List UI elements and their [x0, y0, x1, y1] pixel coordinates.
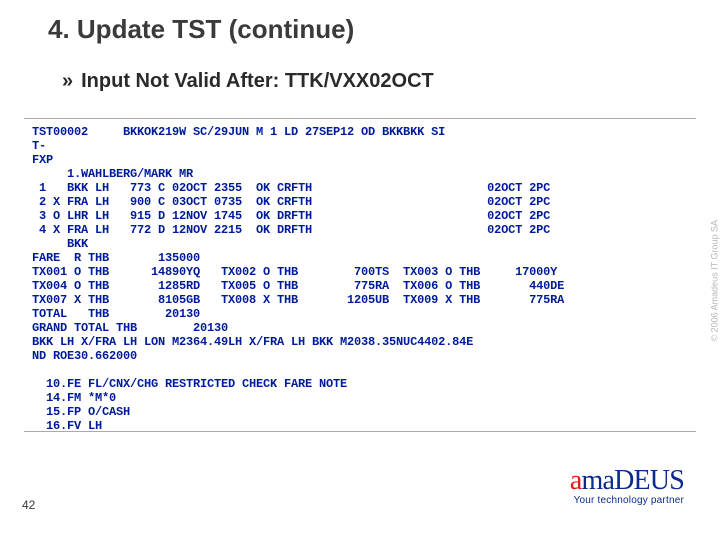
logo-a-letter: a	[570, 465, 582, 496]
page-number: 42	[22, 498, 35, 512]
copyright-text: © 2006 Amadeus IT Group SA	[710, 220, 720, 342]
amadeus-logo: amaDEUS	[570, 465, 684, 497]
logo-rest: maDEUS	[581, 465, 684, 496]
terminal-output: TST00002 BKKOK219W SC/29JUN M 1 LD 27SEP…	[24, 118, 696, 432]
clock-icon: »	[62, 70, 73, 92]
brand-tagline: Your technology partner	[570, 495, 684, 506]
slide-title: 4. Update TST (continue)	[48, 14, 354, 45]
bullet-text: Input Not Valid After: TTK/VXX02OCT	[81, 70, 434, 92]
brand-block: amaDEUS Your technology partner	[570, 465, 684, 506]
bullet-line: » Input Not Valid After: TTK/VXX02OCT	[62, 70, 434, 93]
